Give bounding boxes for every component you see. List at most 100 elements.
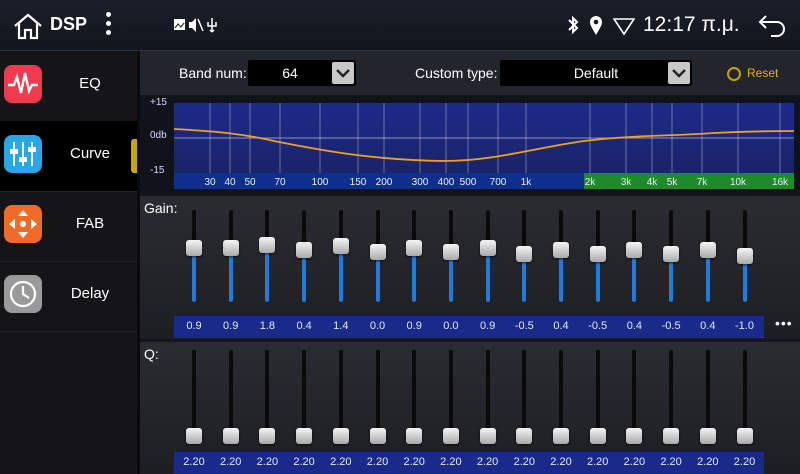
fader-balance-icon [4, 205, 42, 243]
slider-thumb[interactable] [736, 428, 753, 444]
gain-slider[interactable] [588, 210, 608, 302]
gain-slider[interactable] [331, 210, 351, 302]
sidebar-item-delay[interactable]: Delay [0, 261, 137, 332]
slider-thumb[interactable] [699, 428, 716, 444]
q-slider[interactable] [698, 350, 718, 444]
slider-thumb[interactable] [516, 428, 533, 444]
slider-thumb[interactable] [186, 240, 202, 257]
gain-slider[interactable] [294, 210, 314, 302]
q-slider[interactable] [257, 350, 277, 444]
gain-value: 0.9 [223, 320, 239, 332]
sidebar-item-fab[interactable]: FAB [0, 191, 137, 262]
q-value: 2.20 [403, 456, 425, 468]
gain-slider[interactable] [257, 210, 277, 302]
slider-thumb[interactable] [663, 246, 680, 262]
sliders-icon [4, 135, 42, 173]
gain-slider[interactable] [514, 210, 534, 302]
q-slider[interactable] [478, 350, 498, 444]
slider-thumb[interactable] [259, 428, 276, 444]
gain-value: 0.9 [406, 320, 422, 332]
q-value: 2.20 [293, 456, 315, 468]
slider-thumb[interactable] [553, 242, 569, 259]
slider-thumb[interactable] [626, 428, 643, 444]
gain-slider[interactable] [441, 210, 461, 302]
slider-fill [559, 250, 563, 302]
eq-waveform-icon [4, 65, 42, 103]
slider-thumb[interactable] [222, 240, 239, 257]
gain-value: 0.0 [443, 320, 459, 332]
slider-thumb[interactable] [332, 238, 349, 255]
slider-thumb[interactable] [332, 428, 349, 444]
q-slider[interactable] [294, 350, 314, 444]
slider-thumb[interactable] [296, 242, 313, 259]
q-slider[interactable] [735, 350, 755, 444]
slider-thumb[interactable] [736, 248, 753, 264]
q-slider[interactable] [624, 350, 644, 444]
gain-slider[interactable] [698, 210, 718, 302]
q-slider[interactable] [551, 350, 571, 444]
sidebar-item-curve[interactable]: Curve [0, 121, 137, 192]
reset-button[interactable]: Reset [747, 66, 778, 80]
q-slider[interactable] [331, 350, 351, 444]
sidebar: EQ Curve FAB Delay [0, 51, 137, 474]
q-slider[interactable] [221, 350, 241, 444]
gain-value: 0.0 [369, 320, 386, 332]
slider-thumb[interactable] [259, 236, 276, 253]
slider-thumb[interactable] [626, 242, 643, 259]
slider-thumb[interactable] [553, 428, 569, 444]
gain-slider[interactable] [368, 210, 388, 302]
slider-thumb[interactable] [442, 428, 459, 444]
q-slider[interactable] [441, 350, 461, 444]
slider-thumb[interactable] [186, 428, 202, 444]
slider-thumb[interactable] [406, 240, 423, 257]
gain-slider[interactable] [624, 210, 644, 302]
slider-thumb[interactable] [296, 428, 313, 444]
q-value: 2.20 [697, 456, 719, 468]
gain-slider[interactable] [735, 210, 755, 302]
slider-thumb[interactable] [663, 428, 680, 444]
slider-fill [192, 248, 196, 302]
back-icon[interactable] [757, 12, 789, 38]
band-num-select[interactable]: 64 [248, 60, 356, 86]
slider-thumb[interactable] [442, 244, 459, 260]
gain-slider[interactable] [661, 210, 681, 302]
q-slider[interactable] [184, 350, 204, 444]
q-slider[interactable] [368, 350, 388, 444]
q-value: 2.20 [330, 456, 352, 468]
q-value: 2.20 [183, 456, 205, 468]
sidebar-item-eq[interactable]: EQ [0, 51, 137, 122]
gain-slider[interactable] [221, 210, 241, 302]
gain-value: 0.9 [479, 320, 496, 332]
more-options-icon[interactable] [103, 12, 113, 38]
q-slider[interactable] [661, 350, 681, 444]
slider-thumb[interactable] [699, 242, 716, 259]
q-slider[interactable] [514, 350, 534, 444]
chevron-down-icon [668, 62, 690, 84]
slider-thumb[interactable] [369, 428, 386, 444]
gain-slider[interactable] [404, 210, 424, 302]
more-icon[interactable]: ••• [775, 315, 793, 331]
slider-fill [412, 248, 417, 302]
q-value: 2.20 [550, 456, 572, 468]
gain-slider[interactable] [478, 210, 498, 302]
home-icon[interactable] [12, 12, 44, 40]
active-indicator [131, 139, 137, 173]
slider-fill [228, 248, 233, 302]
slider-thumb[interactable] [406, 428, 423, 444]
gain-value: 1.8 [259, 320, 276, 332]
q-slider[interactable] [404, 350, 424, 444]
slider-thumb[interactable] [516, 246, 533, 262]
slider-thumb[interactable] [369, 244, 386, 260]
slider-thumb[interactable] [589, 246, 606, 262]
slider-thumb[interactable] [479, 240, 496, 257]
custom-type-select[interactable]: Default [500, 60, 692, 86]
slider-thumb[interactable] [589, 428, 606, 444]
q-value: 2.20 [660, 456, 682, 468]
gain-slider[interactable] [551, 210, 571, 302]
slider-thumb[interactable] [222, 428, 239, 444]
q-slider[interactable] [588, 350, 608, 444]
slider-fill [705, 250, 710, 302]
gain-slider[interactable] [184, 210, 204, 302]
slider-thumb[interactable] [479, 428, 496, 444]
reset-radio[interactable] [727, 67, 741, 81]
